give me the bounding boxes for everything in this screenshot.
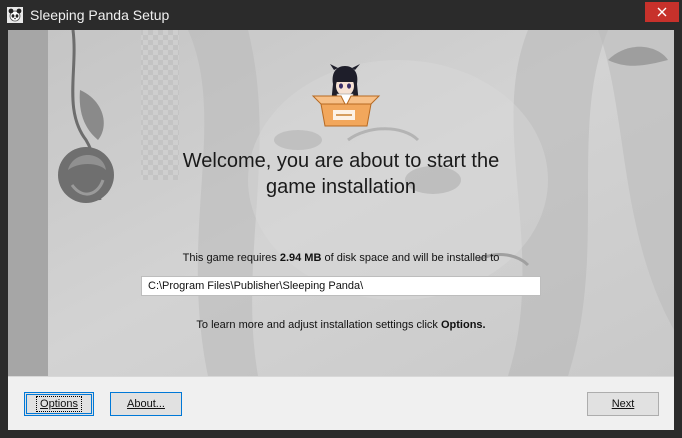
requires-prefix: This game requires [182,252,277,264]
requires-suffix: of disk space and will be installed to [324,252,500,264]
window-title: Sleeping Panda Setup [30,7,170,23]
next-button-label: Next [611,398,635,410]
button-bar: Options About... Next [8,376,674,430]
next-button[interactable]: Next [587,392,659,416]
options-button-label: Options [36,396,82,412]
options-button[interactable]: Options [24,392,94,416]
about-button-label: About... [127,398,165,410]
welcome-line-2: game installation [265,176,417,198]
welcome-heading: Welcome, you are about to start the game… [128,148,554,200]
about-button[interactable]: About... [110,392,182,416]
close-button[interactable] [645,2,679,22]
disk-space-message: This game requires 2.94 MB of disk space… [8,252,674,264]
close-icon [657,7,667,17]
installer-window: Sleeping Panda Setup Welcome, you are ab… [0,0,682,438]
panda-app-icon [7,7,23,23]
options-link[interactable]: Options. [441,319,486,331]
learn-prefix: To learn more and adjust installation se… [196,319,438,331]
install-path-field[interactable]: C:\Program Files\Publisher\Sleeping Pand… [141,276,541,296]
welcome-panel: Welcome, you are about to start the game… [8,30,674,376]
disk-space-value: 2.94 MB [279,252,322,264]
mascot-box-icon [311,64,381,127]
welcome-line-1: Welcome, you are about to start the [182,150,500,172]
learn-more-message: To learn more and adjust installation se… [8,319,674,331]
title-bar[interactable]: Sleeping Panda Setup [0,0,682,30]
